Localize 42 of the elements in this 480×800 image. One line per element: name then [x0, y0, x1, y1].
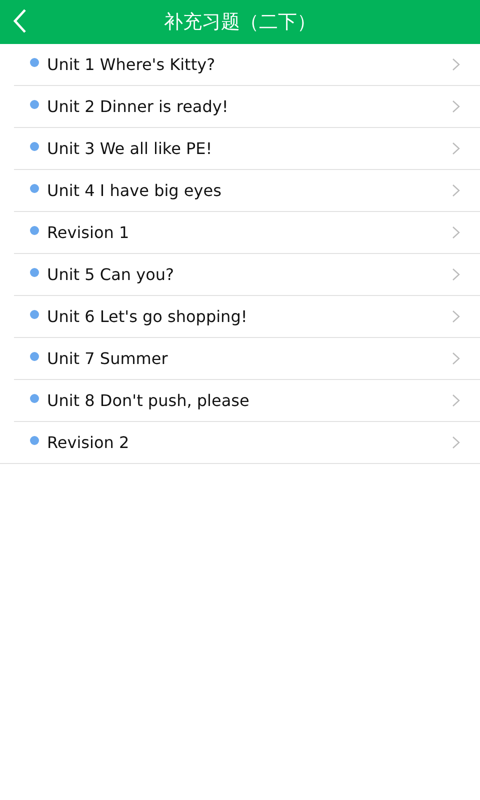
unit-list-item[interactable]: Unit 7 Summer	[14, 338, 480, 380]
unit-list-item[interactable]: Unit 3 We all like PE!	[14, 128, 480, 170]
chevron-right-icon	[452, 184, 460, 197]
chevron-right-icon	[452, 394, 460, 407]
unit-title: Unit 4 I have big eyes	[47, 181, 222, 200]
bullet-icon	[30, 268, 39, 277]
chevron-right-icon	[452, 268, 460, 281]
chevron-right-icon	[452, 352, 460, 365]
chevron-right-icon	[452, 58, 460, 71]
unit-title: Unit 5 Can you?	[47, 265, 176, 284]
unit-title: Unit 1 Where's Kitty?	[47, 55, 216, 74]
unit-list-item[interactable]: Revision 1	[14, 212, 480, 254]
back-icon	[12, 8, 28, 34]
bullet-icon	[30, 100, 39, 109]
unit-list-item[interactable]: Unit 5 Can you?	[14, 254, 480, 296]
bullet-icon	[30, 142, 39, 151]
unit-title: Revision 2	[47, 433, 130, 452]
screen-title: 补充习题（二下）	[164, 10, 316, 35]
chevron-right-icon	[452, 100, 460, 113]
bullet-icon	[30, 184, 39, 193]
unit-title: Unit 6 Let's go shopping!	[47, 307, 248, 326]
chevron-right-icon	[452, 436, 460, 449]
unit-list-item[interactable]: Unit 1 Where's Kitty?	[14, 44, 480, 86]
chevron-right-icon	[452, 310, 460, 323]
unit-list-item[interactable]: Revision 2	[0, 422, 480, 464]
unit-title: Unit 2 Dinner is ready!	[47, 97, 230, 116]
bullet-icon	[30, 394, 39, 403]
bullet-icon	[30, 352, 39, 361]
unit-list-item[interactable]: Unit 2 Dinner is ready!	[14, 86, 480, 128]
unit-title: Unit 8 Don't push, please	[47, 391, 250, 410]
unit-list-item[interactable]: Unit 8 Don't push, please	[14, 380, 480, 422]
unit-title: Unit 7 Summer	[47, 349, 169, 368]
bullet-icon	[30, 436, 39, 445]
unit-list-item[interactable]: Unit 6 Let's go shopping!	[14, 296, 480, 338]
bullet-icon	[30, 226, 39, 235]
bullet-icon	[30, 310, 39, 319]
unit-title: Revision 1	[47, 223, 130, 242]
unit-list-item[interactable]: Unit 4 I have big eyes	[14, 170, 480, 212]
unit-title: Unit 3 We all like PE!	[47, 139, 214, 158]
chevron-right-icon	[452, 226, 460, 239]
bullet-icon	[30, 58, 39, 67]
chevron-right-icon	[452, 142, 460, 155]
